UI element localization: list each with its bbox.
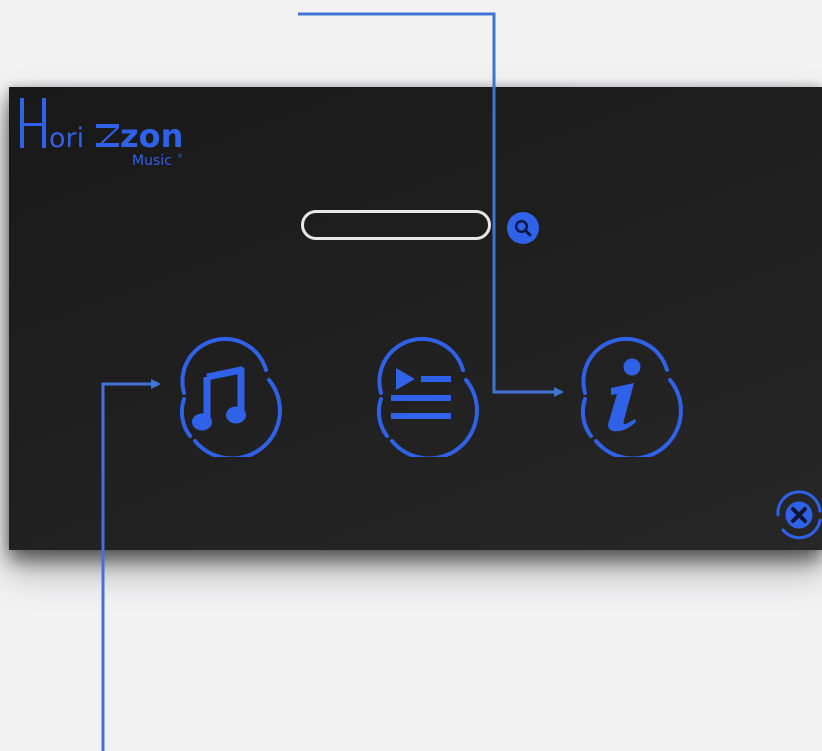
close-button[interactable]: [773, 489, 822, 541]
close-icon: [776, 490, 822, 540]
music-note-icon: [179, 336, 282, 457]
horizon-music-logo: ori zon Music ®: [20, 96, 200, 168]
playlist-icon: [376, 336, 479, 457]
search-icon: [514, 219, 532, 237]
playlist-button[interactable]: [359, 333, 483, 457]
app-window: ori zon Music ®: [9, 87, 822, 550]
logo-wordmark-ori: ori: [49, 123, 84, 154]
info-icon: [580, 336, 683, 457]
logo-trademark: ®: [177, 153, 183, 160]
search-button[interactable]: [507, 212, 539, 244]
logo-wordmark-zon: zon: [120, 117, 183, 155]
music-button[interactable]: [162, 333, 286, 457]
search-input[interactable]: [301, 210, 491, 240]
logo-subtitle: Music: [132, 153, 172, 168]
info-button[interactable]: [563, 333, 687, 457]
